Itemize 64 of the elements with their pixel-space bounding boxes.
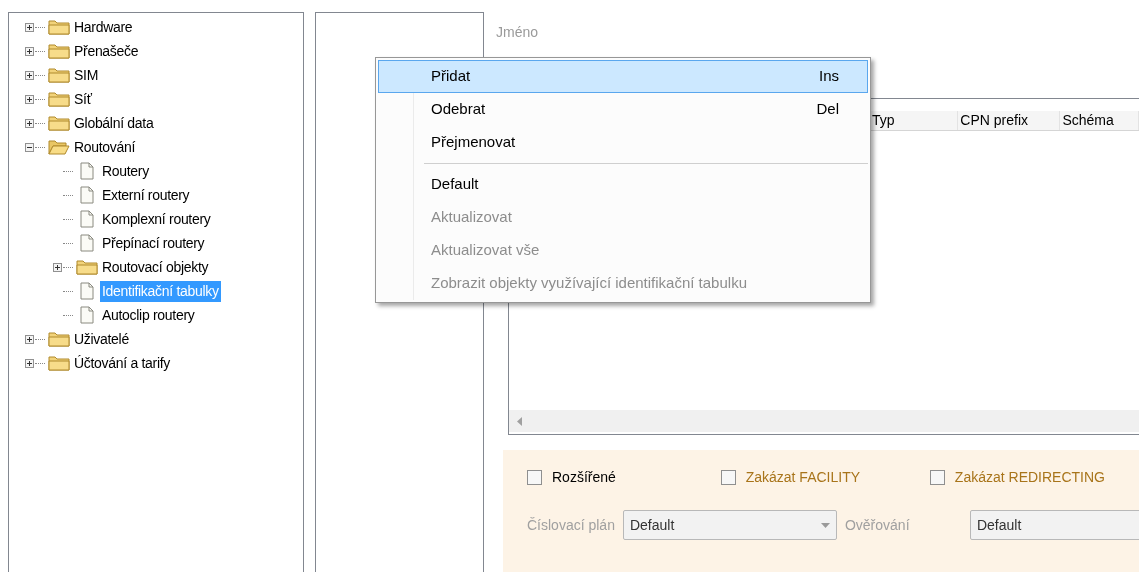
tree-item[interactable]: Síť — [72, 88, 94, 110]
menu-item[interactable]: Přidat Ins — [378, 60, 868, 93]
document-icon — [80, 186, 94, 204]
column-header[interactable]: CPN prefix — [958, 111, 1061, 130]
dropdown-caret-icon — [820, 522, 830, 528]
tree-item[interactable]: Přepínací routery — [100, 232, 207, 254]
folder-icon — [48, 115, 70, 131]
checkbox-label: Zakázat FACILITY — [745, 467, 861, 487]
tree-item[interactable]: Autoclip routery — [100, 304, 197, 326]
expand-icon[interactable] — [53, 262, 62, 272]
tree-item[interactable]: Hardware — [72, 16, 135, 38]
menu-item[interactable]: Odebrat Del — [378, 93, 868, 126]
shortcut-label: Del — [816, 99, 839, 120]
menu-item-label: Odebrat — [431, 99, 486, 120]
tree-item[interactable]: Globální data — [72, 112, 156, 134]
folder-icon — [48, 67, 70, 83]
expand-icon[interactable] — [25, 70, 34, 80]
expand-icon[interactable] — [25, 46, 34, 56]
checkbox[interactable] — [527, 469, 542, 485]
tree-item[interactable]: Uživatelé — [72, 328, 131, 350]
document-icon — [80, 162, 94, 180]
menu-item-label: Aktualizovat — [431, 207, 512, 228]
menu-item[interactable]: Default — [378, 168, 868, 201]
tree-item[interactable]: SIM — [72, 64, 100, 86]
expand-icon[interactable] — [25, 94, 34, 104]
tree-item[interactable]: Přenašeče — [72, 40, 141, 62]
horizontal-scrollbar[interactable] — [509, 410, 1139, 432]
document-icon — [80, 210, 94, 228]
folder-icon — [48, 331, 70, 347]
checkbox-label: Rozšířené — [552, 467, 616, 487]
document-icon — [80, 306, 94, 324]
menu-item-label: Přejmenovat — [431, 132, 516, 153]
checkbox[interactable] — [929, 469, 945, 485]
expand-icon[interactable] — [25, 118, 34, 128]
name-label: Jméno — [496, 23, 540, 42]
menu-item-label: Přidat — [431, 66, 471, 87]
expand-icon[interactable] — [25, 22, 34, 32]
expand-icon[interactable] — [25, 358, 34, 368]
folder-icon — [76, 259, 98, 275]
tree-item[interactable]: Externí routery — [100, 184, 192, 206]
tree-item[interactable]: Routovací objekty — [100, 256, 211, 278]
document-icon — [80, 282, 94, 300]
tree-item[interactable]: Routování — [72, 136, 138, 158]
expand-icon[interactable] — [25, 334, 34, 344]
menu-item-label: Aktualizovat vše — [431, 240, 540, 261]
shortcut-label: Ins — [819, 66, 839, 87]
checkbox[interactable] — [720, 469, 736, 485]
tree-item[interactable]: Účtování a tarify — [72, 352, 173, 374]
document-icon — [80, 234, 94, 252]
open-folder-icon — [48, 139, 70, 155]
folder-icon — [48, 355, 70, 371]
menu-item-label: Default — [431, 174, 479, 195]
tree-item[interactable]: Routery — [100, 160, 151, 182]
menu-item[interactable]: Přejmenovat — [378, 126, 868, 159]
field-label: Číslovací plán — [527, 515, 615, 535]
collapse-icon[interactable] — [25, 142, 34, 152]
menu-item-label: Zobrazit objekty využívající identifikační tabulku — [431, 273, 747, 294]
checkbox-label: Zakázat REDIRECTING — [954, 467, 1105, 487]
column-header[interactable]: Schéma — [1060, 111, 1139, 130]
tree-item[interactable]: Komplexní routery — [100, 208, 213, 230]
field-label: Ověřování — [844, 515, 911, 535]
folder-icon — [48, 43, 70, 59]
folder-icon — [48, 19, 70, 35]
folder-icon — [48, 91, 70, 107]
